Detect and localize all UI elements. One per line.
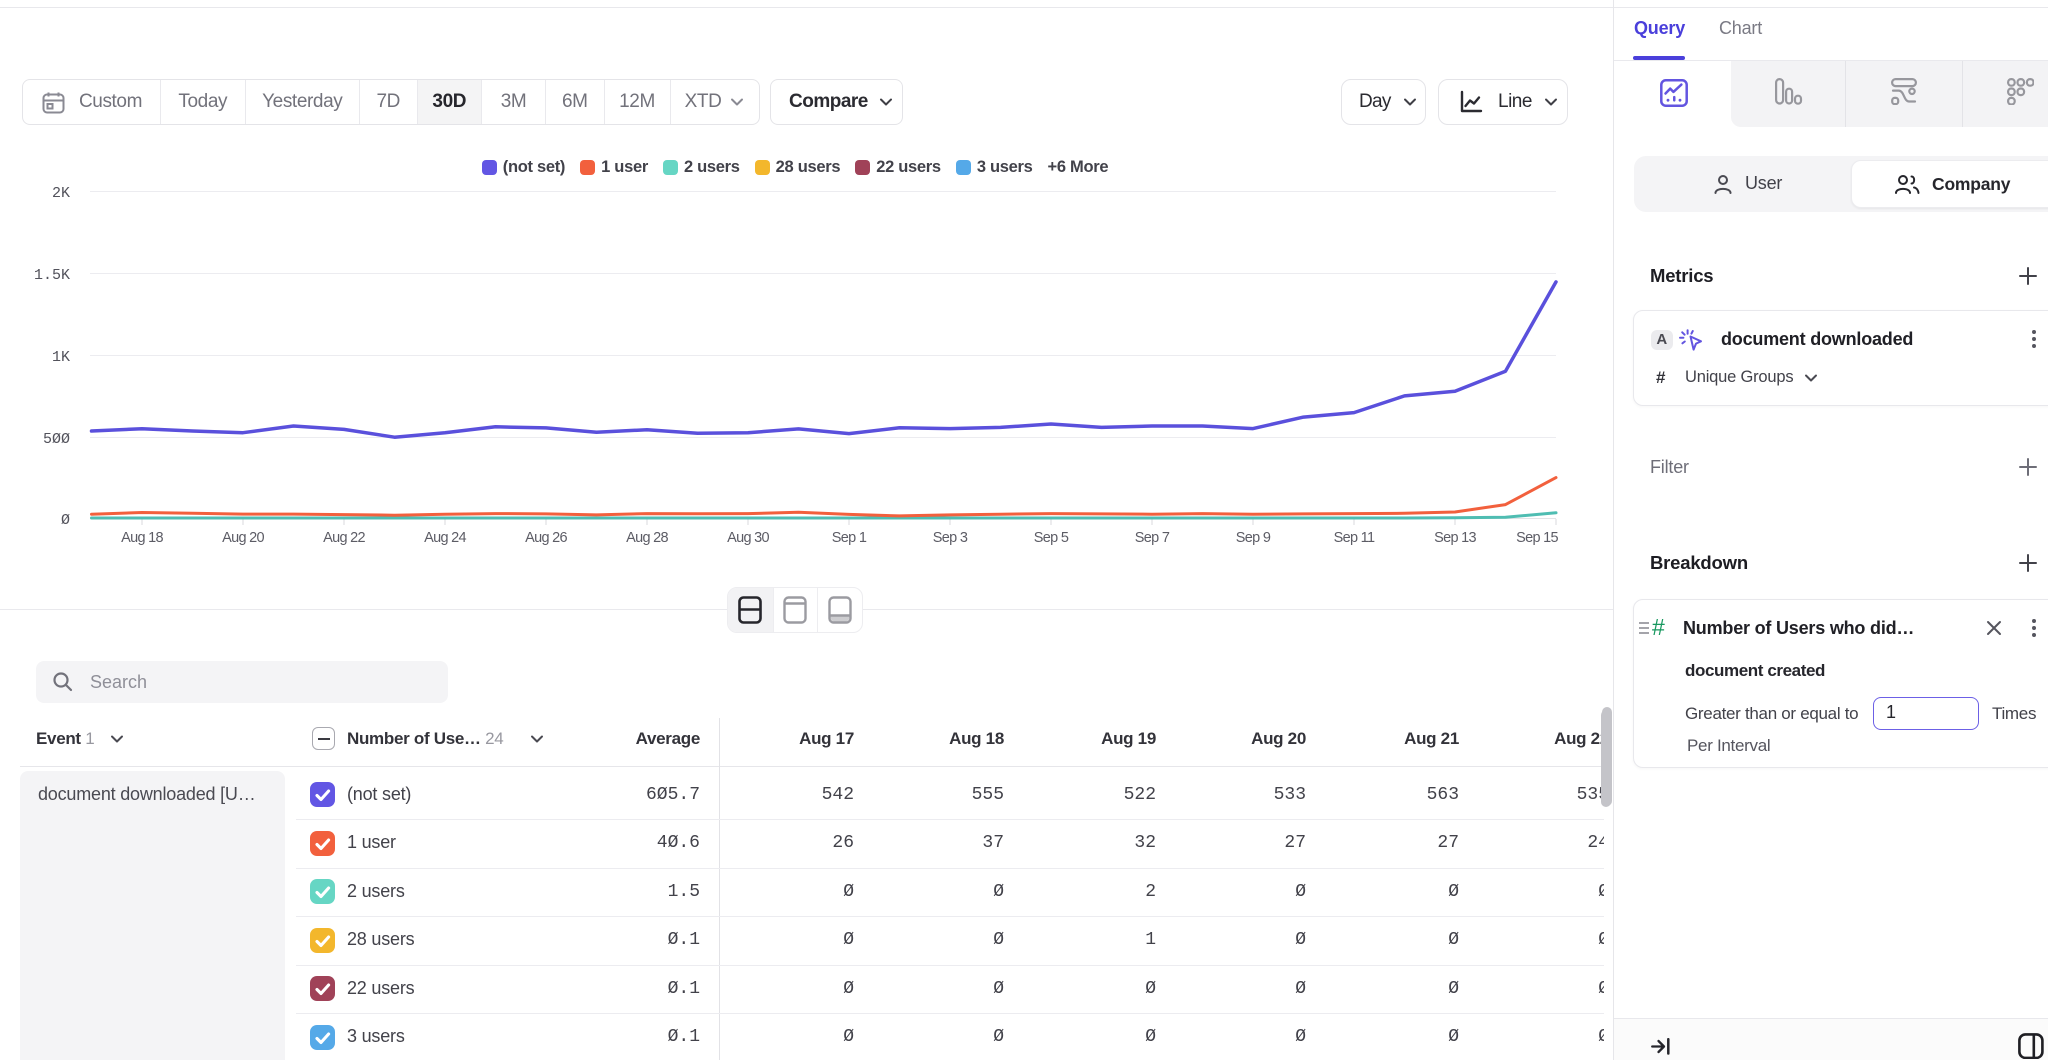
svg-text:Sep 5: Sep 5 <box>1034 530 1069 546</box>
svg-text:5ØØ: 5ØØ <box>43 431 70 448</box>
svg-text:Sep 3: Sep 3 <box>933 530 968 546</box>
svg-text:Sep 11: Sep 11 <box>1334 530 1375 546</box>
svg-text:Sep 1: Sep 1 <box>832 530 867 546</box>
svg-text:Aug 30: Aug 30 <box>727 530 769 546</box>
svg-text:Sep 15: Sep 15 <box>1516 530 1558 546</box>
svg-text:2K: 2K <box>52 185 70 202</box>
svg-text:1.5K: 1.5K <box>34 267 70 284</box>
svg-text:1K: 1K <box>52 349 70 366</box>
svg-text:Sep 13: Sep 13 <box>1434 530 1476 546</box>
svg-text:Aug 18: Aug 18 <box>121 530 163 546</box>
svg-text:Aug 20: Aug 20 <box>222 530 264 546</box>
svg-text:Aug 22: Aug 22 <box>323 530 365 546</box>
svg-text:Aug 26: Aug 26 <box>525 530 567 546</box>
svg-text:Sep 9: Sep 9 <box>1236 530 1271 546</box>
svg-text:Aug 24: Aug 24 <box>424 530 466 546</box>
svg-text:Aug 28: Aug 28 <box>626 530 668 546</box>
svg-text:Ø: Ø <box>61 512 70 529</box>
svg-text:Sep 7: Sep 7 <box>1135 530 1170 546</box>
